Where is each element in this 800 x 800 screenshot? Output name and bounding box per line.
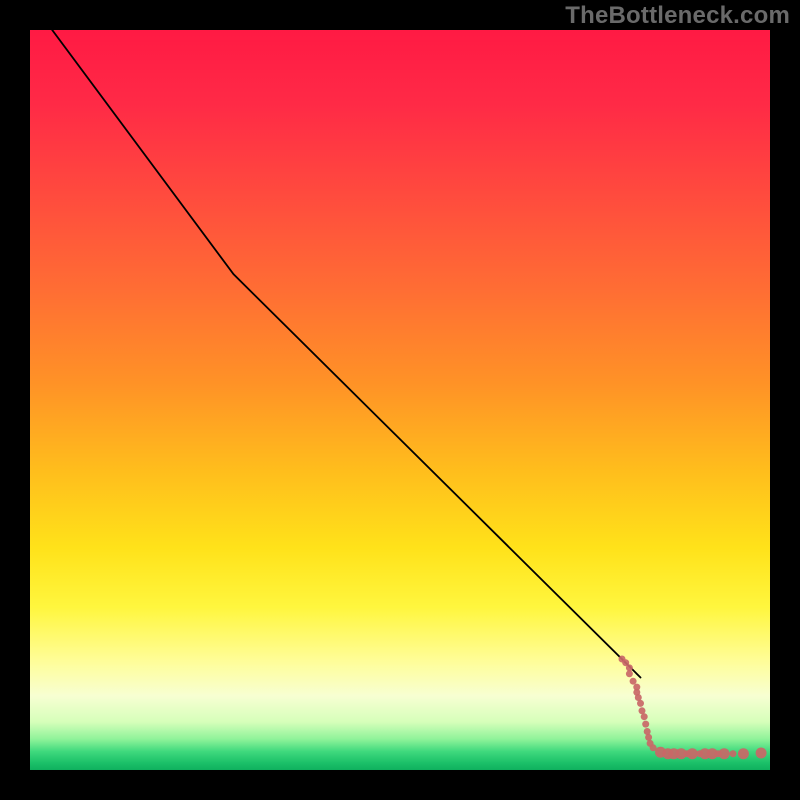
- data-point: [687, 748, 698, 759]
- chart-frame: TheBottleneck.com: [0, 0, 800, 800]
- data-point: [738, 748, 749, 759]
- data-point: [645, 734, 652, 741]
- data-point: [719, 748, 730, 759]
- data-point: [730, 750, 737, 757]
- data-point: [626, 670, 633, 677]
- data-point: [642, 721, 649, 728]
- gradient-background: [30, 30, 770, 770]
- watermark-label: TheBottleneck.com: [565, 2, 790, 30]
- plot-area: [30, 30, 770, 770]
- data-point: [641, 713, 648, 720]
- data-point: [630, 678, 637, 685]
- data-point: [756, 748, 767, 759]
- data-point: [644, 728, 651, 735]
- data-point: [637, 700, 644, 707]
- chart-svg: [30, 30, 770, 770]
